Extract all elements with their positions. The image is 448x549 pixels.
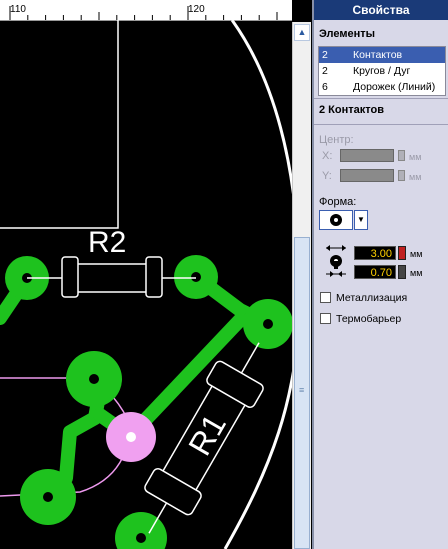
center-label: Центр: [319,134,354,146]
r2-label: R2 [88,226,126,259]
hole-diameter-unit: мм [410,268,423,278]
selection-title: 2 Контактов [319,104,384,116]
center-x-field [340,149,394,162]
pad-diameter-spinner[interactable] [398,246,406,260]
list-item[interactable]: 6 Дорожек (Линий) [319,79,445,95]
round-pad-icon [330,214,342,226]
ruler-ticks [9,6,278,20]
pad-diameter-icon [326,245,346,277]
center-y-spinner [398,170,405,181]
elements-section-title: Элементы [319,28,376,40]
divider [314,124,448,125]
silkscreen-outline [0,20,119,229]
plating-checkbox[interactable] [320,292,331,303]
x-label: X: [322,150,333,162]
list-item[interactable]: 2 Контактов [319,47,445,63]
shape-label: Форма: [319,196,357,208]
pad-diameter-input[interactable]: 3.00 [354,246,396,260]
hole-diameter-spinner[interactable] [398,265,406,279]
chevron-down-icon[interactable]: ▼ [354,210,368,230]
divider [314,98,448,99]
plating-label: Металлизация [336,292,408,304]
r1-label: R1 [181,408,233,461]
selected-pad-hole [126,432,136,442]
center-x-unit: мм [409,152,422,162]
vertical-scrollbar[interactable]: ▲ ≡ [292,22,311,549]
panel-title: Свойства [314,0,448,20]
thermal-relief-label: Термобарьер [336,313,402,325]
thermal-relief-checkbox[interactable] [320,313,331,324]
resistor-r2 [27,256,196,298]
center-y-field [340,169,394,182]
properties-panel: Свойства Элементы 2 Контактов 2 Кругов /… [312,0,448,549]
horizontal-ruler: 110 120 [0,0,292,21]
scroll-thumb[interactable]: ≡ [294,237,310,549]
pad [115,512,167,549]
scroll-up-button[interactable]: ▲ [294,24,310,41]
pad-diameter-unit: мм [410,249,423,259]
pcb-canvas[interactable]: 110 120 R2 R1 [0,0,292,549]
center-y-unit: мм [409,172,422,182]
list-item[interactable]: 2 Кругов / Дуг [319,63,445,79]
elements-list[interactable]: 2 Контактов 2 Кругов / Дуг 6 Дорожек (Ли… [318,46,446,96]
hole-diameter-input[interactable]: 0.70 [354,265,396,279]
center-x-spinner [398,150,405,161]
shape-button[interactable] [319,210,353,230]
board-outline [223,20,292,549]
y-label: Y: [322,170,332,182]
pcb-board[interactable]: R2 R1 [0,20,292,549]
grip-icon: ≡ [299,385,305,395]
